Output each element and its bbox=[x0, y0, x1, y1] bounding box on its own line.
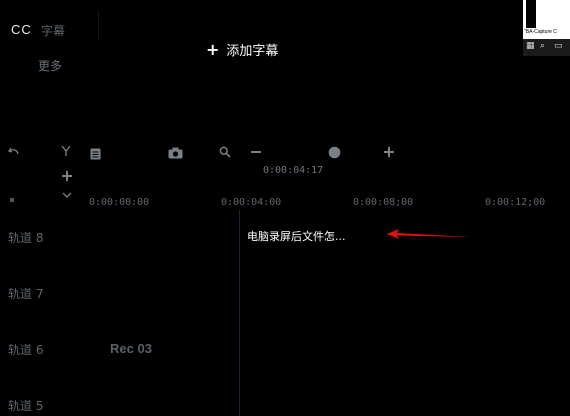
zoom-slider-knob[interactable] bbox=[328, 146, 341, 159]
playhead-line[interactable] bbox=[239, 210, 240, 416]
search-icon[interactable]: ⌕ bbox=[540, 41, 545, 51]
ruler-tick-3: 0:00:12;00 bbox=[485, 197, 546, 208]
plus-icon: + bbox=[206, 39, 220, 59]
windows-start-icon[interactable]: ▦ bbox=[526, 41, 535, 51]
ruler-tick-0: 0:00:00:00 bbox=[89, 197, 150, 208]
add-track-icon[interactable] bbox=[62, 171, 72, 181]
cc-label[interactable]: CC bbox=[11, 22, 32, 37]
window-strip bbox=[526, 0, 536, 28]
subtitle-clip[interactable]: 电脑录屏后文件怎... bbox=[247, 228, 346, 244]
search-icon[interactable] bbox=[219, 146, 231, 158]
ruler-tick-2: 0:00:08;00 bbox=[353, 197, 414, 208]
track-label-8: 轨道 8 bbox=[8, 231, 44, 245]
zoom-in-icon[interactable] bbox=[384, 147, 394, 157]
subtitle-icon[interactable] bbox=[90, 148, 101, 160]
snapshot-icon[interactable] bbox=[168, 147, 183, 159]
zoom-out-icon[interactable] bbox=[251, 151, 261, 154]
tab-subtitles[interactable]: 字幕 bbox=[41, 22, 65, 39]
ruler-tick-1: 0:00:04:00 bbox=[221, 197, 282, 208]
add-subtitle-label: 添加字幕 bbox=[226, 44, 279, 59]
track-label-7: 轨道 7 bbox=[8, 287, 44, 301]
window-caption: "BA-Capture C bbox=[524, 29, 557, 35]
tab-more[interactable]: 更多 bbox=[38, 57, 62, 74]
ruler-marker bbox=[10, 198, 14, 202]
media-clip-label[interactable]: Rec 03 bbox=[110, 341, 152, 356]
panel-divider bbox=[98, 12, 99, 40]
system-window-thumbnail[interactable]: "BA-Capture C ▦ ⌕ ▭ bbox=[523, 0, 570, 56]
track-label-6: 轨道 6 bbox=[8, 343, 44, 357]
collapse-icon[interactable] bbox=[62, 192, 72, 199]
task-view-icon[interactable]: ▭ bbox=[554, 41, 563, 51]
split-icon[interactable] bbox=[60, 145, 72, 157]
track-label-5: 轨道 5 bbox=[8, 399, 44, 413]
taskbar: ▦ ⌕ ▭ bbox=[523, 39, 570, 56]
undo-icon[interactable] bbox=[8, 146, 20, 158]
add-subtitle-button[interactable]: + 添加字幕 bbox=[206, 40, 278, 59]
current-time-readout: 0:00:04:17 bbox=[263, 165, 324, 176]
red-arrow-annotation bbox=[385, 226, 475, 246]
